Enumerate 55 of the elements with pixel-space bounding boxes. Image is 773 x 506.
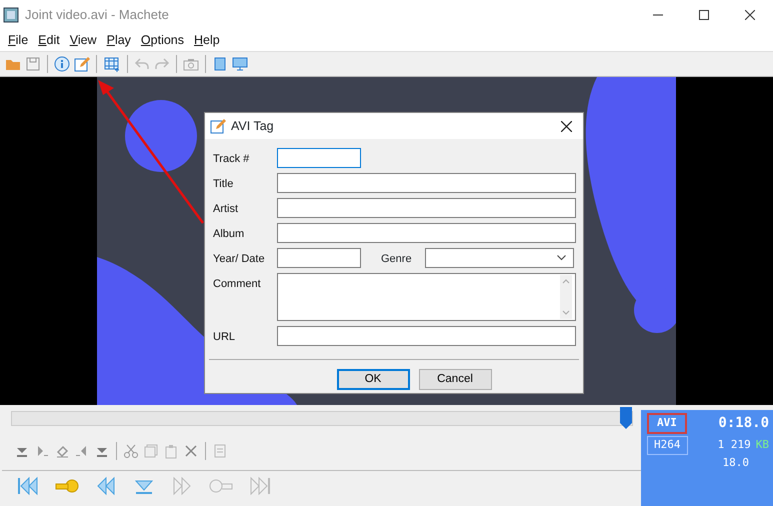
menu-item[interactable]: File: [3, 31, 34, 50]
input-field[interactable]: [277, 173, 576, 193]
input-field[interactable]: [277, 148, 361, 168]
redo-icon[interactable]: [154, 56, 170, 72]
codec-label: H264: [647, 436, 688, 454]
time-readout: 0:18.0: [718, 414, 769, 433]
undo-icon[interactable]: [134, 56, 150, 72]
field-label: Artist: [213, 202, 240, 217]
input-field[interactable]: [277, 326, 576, 346]
size-readout: 1 219: [718, 437, 751, 453]
maximize-icon[interactable]: [699, 10, 709, 20]
window-title: Joint video.avi - Machete: [25, 6, 170, 24]
field-label: URL: [213, 330, 236, 345]
field-label: Track #: [213, 152, 250, 167]
field-label: Title: [213, 177, 234, 192]
size-unit: KB: [756, 437, 769, 453]
comment-field[interactable]: [277, 273, 576, 321]
container-label: AVI: [647, 413, 687, 434]
input-field[interactable]: [277, 248, 361, 268]
field-label: Year/ Date: [213, 252, 266, 267]
genre-dropdown[interactable]: [425, 248, 574, 268]
monitor-icon[interactable]: [232, 56, 248, 72]
edit-icon[interactable]: [74, 56, 90, 72]
dialog-button[interactable]: Cancel: [418, 369, 492, 390]
menu-item[interactable]: Play: [102, 31, 136, 50]
skip-start-icon[interactable]: [16, 476, 40, 496]
close-button[interactable]: [561, 120, 572, 132]
paste-icon[interactable]: [163, 443, 179, 459]
edit-icon: [210, 118, 226, 134]
save-icon[interactable]: [25, 56, 41, 72]
field-label: Comment: [213, 277, 262, 292]
menu-item[interactable]: Edit: [33, 31, 65, 50]
field-label: Genre: [380, 252, 413, 267]
menu-item[interactable]: View: [64, 31, 102, 50]
menu-item[interactable]: Help: [189, 31, 225, 50]
cut-icon[interactable]: [123, 443, 139, 459]
menu-item[interactable]: Options: [136, 31, 190, 50]
info-icon[interactable]: [54, 56, 70, 72]
chevron-down-icon: [557, 255, 566, 261]
field-label: Album: [213, 227, 246, 242]
delete-icon[interactable]: [183, 443, 199, 459]
fps-readout: 18.0: [722, 454, 749, 470]
eraser-icon[interactable]: [54, 443, 70, 459]
dialog-button[interactable]: OK: [336, 369, 410, 390]
input-field[interactable]: [277, 198, 576, 218]
skip-end-icon[interactable]: [248, 476, 272, 496]
document-icon[interactable]: [212, 443, 228, 459]
close-icon[interactable]: [745, 10, 755, 20]
dialog-title: AVI Tag: [231, 118, 275, 135]
square-icon[interactable]: [212, 56, 228, 72]
seek-handle[interactable]: [620, 407, 632, 431]
camera-icon[interactable]: [183, 56, 199, 72]
input-field[interactable]: [277, 223, 576, 243]
scrollbar-drawing: [560, 275, 572, 319]
copy-icon[interactable]: [143, 443, 159, 459]
